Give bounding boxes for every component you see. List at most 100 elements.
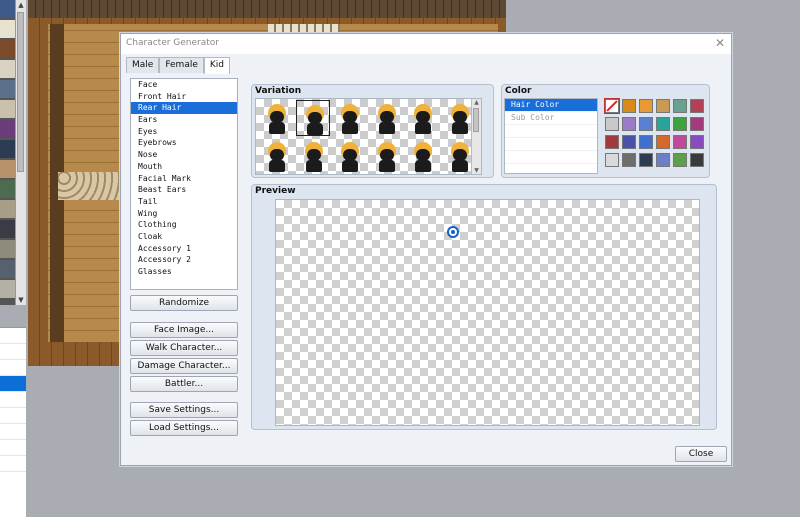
list-item[interactable]: Wing — [131, 208, 237, 220]
load-settings-button[interactable]: Load Settings... — [130, 420, 238, 436]
parts-list[interactable]: Face Front Hair Rear Hair Ears Eyes Eyeb… — [130, 78, 238, 290]
color-swatch[interactable] — [639, 135, 653, 149]
list-item[interactable]: Facial Mark — [131, 173, 237, 185]
color-swatch[interactable] — [639, 99, 653, 113]
list-item[interactable]: Glasses — [131, 266, 237, 278]
color-swatch[interactable] — [622, 117, 636, 131]
color-swatch[interactable] — [673, 117, 687, 131]
face-image-button[interactable]: Face Image... — [130, 322, 238, 338]
color-swatch[interactable] — [690, 117, 704, 131]
tile[interactable] — [0, 40, 15, 58]
color-swatch[interactable] — [673, 135, 687, 149]
variation-option[interactable] — [332, 138, 366, 174]
variation-option[interactable] — [369, 100, 403, 136]
list-item[interactable]: Mouth — [131, 161, 237, 173]
walk-character-button[interactable]: Walk Character... — [130, 340, 238, 356]
color-target-list[interactable]: Hair Color Sub Color — [504, 98, 598, 174]
variation-option[interactable] — [332, 100, 366, 136]
variation-option[interactable] — [442, 100, 476, 136]
tile[interactable] — [0, 280, 15, 298]
tab-kid[interactable]: Kid — [203, 57, 230, 74]
list-item[interactable] — [0, 408, 26, 424]
color-swatch[interactable] — [622, 135, 636, 149]
list-item[interactable]: Eyebrows — [131, 137, 237, 149]
color-swatch[interactable] — [605, 117, 619, 131]
tile[interactable] — [0, 80, 15, 98]
color-swatch[interactable] — [690, 153, 704, 167]
variation-option[interactable] — [369, 138, 403, 174]
tile[interactable] — [0, 220, 15, 238]
color-swatch[interactable] — [656, 117, 670, 131]
tile[interactable] — [0, 140, 15, 158]
tile[interactable] — [0, 240, 15, 258]
color-swatch[interactable] — [690, 99, 704, 113]
no-color-swatch[interactable] — [604, 98, 620, 114]
list-item[interactable]: Tail — [131, 196, 237, 208]
color-swatch[interactable] — [639, 153, 653, 167]
tile[interactable] — [0, 260, 15, 278]
variation-option[interactable] — [296, 138, 330, 174]
preview-canvas[interactable] — [275, 199, 700, 426]
tileset-palette[interactable]: ▲ ▼ — [0, 0, 26, 305]
color-swatch[interactable] — [673, 153, 687, 167]
tab-female[interactable]: Female — [159, 57, 204, 73]
variation-option[interactable] — [259, 138, 293, 174]
tile[interactable] — [0, 200, 15, 218]
damage-character-button[interactable]: Damage Character... — [130, 358, 238, 374]
tile[interactable] — [0, 60, 15, 78]
color-swatch[interactable] — [673, 99, 687, 113]
title-bar[interactable]: Character Generator ✕ — [121, 34, 731, 54]
list-item[interactable]: Accessory 1 — [131, 243, 237, 255]
variation-option[interactable] — [259, 100, 293, 136]
color-swatch[interactable] — [639, 117, 653, 131]
map-list[interactable] — [0, 327, 26, 517]
variation-option[interactable] — [405, 100, 439, 136]
list-item[interactable]: Face — [131, 79, 237, 91]
list-item[interactable] — [0, 328, 26, 344]
tile[interactable] — [0, 160, 15, 178]
tab-male[interactable]: Male — [126, 57, 160, 73]
list-item[interactable]: Hair Color — [505, 99, 597, 112]
close-icon[interactable]: ✕ — [715, 36, 725, 50]
list-item[interactable]: Nose — [131, 149, 237, 161]
color-swatch[interactable] — [656, 135, 670, 149]
variation-option[interactable] — [442, 138, 476, 174]
list-item[interactable]: Beast Ears — [131, 184, 237, 196]
list-item[interactable] — [0, 440, 26, 456]
color-swatch[interactable] — [656, 99, 670, 113]
tile[interactable] — [0, 20, 15, 38]
color-swatch[interactable] — [605, 153, 619, 167]
list-item[interactable]: Front Hair — [131, 91, 237, 103]
list-item[interactable]: Eyes — [131, 126, 237, 138]
tile[interactable] — [0, 0, 15, 18]
save-settings-button[interactable]: Save Settings... — [130, 402, 238, 418]
color-swatch[interactable] — [605, 135, 619, 149]
color-swatch[interactable] — [622, 99, 636, 113]
list-item[interactable] — [0, 360, 26, 376]
list-item[interactable]: Clothing — [131, 219, 237, 231]
scroll-down-arrow-icon[interactable]: ▼ — [16, 295, 26, 305]
list-item[interactable]: Ears — [131, 114, 237, 126]
tileset-scrollbar[interactable]: ▲ ▼ — [15, 0, 26, 305]
tile[interactable] — [0, 120, 15, 138]
list-item[interactable]: Accessory 2 — [131, 254, 237, 266]
list-item[interactable]: Rear Hair — [131, 102, 237, 115]
variation-option[interactable] — [295, 100, 330, 136]
randomize-button[interactable]: Randomize — [130, 295, 238, 311]
color-swatch[interactable] — [690, 135, 704, 149]
list-item[interactable] — [0, 376, 26, 392]
list-item[interactable] — [0, 424, 26, 440]
battler-button[interactable]: Battler... — [130, 376, 238, 392]
scroll-up-arrow-icon[interactable]: ▲ — [16, 0, 26, 10]
list-item[interactable]: Sub Color — [505, 112, 597, 125]
list-item[interactable] — [0, 392, 26, 408]
close-button[interactable]: Close — [675, 446, 727, 462]
color-swatch[interactable] — [656, 153, 670, 167]
list-item[interactable] — [0, 456, 26, 472]
variation-option[interactable] — [405, 138, 439, 174]
list-item[interactable]: Cloak — [131, 231, 237, 243]
scroll-thumb[interactable] — [17, 12, 24, 172]
variation-grid[interactable]: ▲ ▼ — [255, 98, 482, 175]
list-item[interactable] — [0, 344, 26, 360]
color-swatch[interactable] — [622, 153, 636, 167]
